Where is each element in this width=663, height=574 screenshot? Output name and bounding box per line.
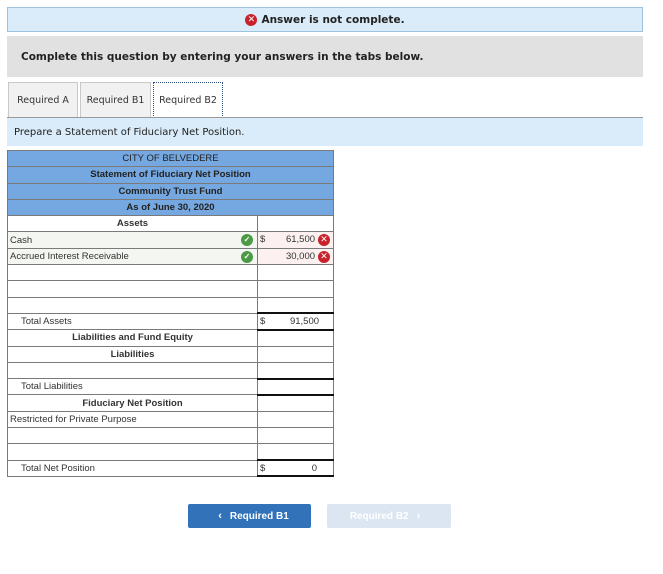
table-row bbox=[7, 296, 335, 314]
answer-status-text: Answer is not complete. bbox=[261, 13, 405, 26]
table-row: Accrued Interest Receivable ✓ 30,000 ✕ bbox=[7, 247, 335, 266]
table-row bbox=[7, 264, 335, 282]
table-row: Total Liabilities bbox=[7, 377, 335, 396]
check-circle-icon: ✓ bbox=[241, 234, 253, 247]
header-row: Statement of Fiduciary Net Position bbox=[6, 166, 335, 184]
blank-label-input[interactable] bbox=[7, 296, 258, 314]
header-row: Community Trust Fund bbox=[6, 182, 335, 200]
x-circle-icon: ✕ bbox=[318, 250, 331, 263]
table-row: Liabilities and Fund Equity bbox=[7, 329, 335, 347]
table-row: Restricted for Private Purpose bbox=[7, 410, 335, 429]
total-net-position-label: Total Net Position bbox=[7, 459, 258, 477]
statement-title: Statement of Fiduciary Net Position bbox=[6, 166, 335, 184]
restricted-label[interactable]: Restricted for Private Purpose bbox=[7, 410, 258, 429]
empty-cell bbox=[256, 345, 335, 363]
total-liabilities-amount bbox=[256, 377, 335, 396]
table-row: Total Net Position $ 0 bbox=[7, 459, 335, 478]
liabilities-fund-equity-heading: Liabilities and Fund Equity bbox=[7, 329, 258, 347]
table-row: Fiduciary Net Position bbox=[7, 394, 335, 412]
total-net-position-amount-cell: $ 0 bbox=[256, 459, 335, 478]
tab-required-b2[interactable]: Required B2 bbox=[153, 82, 223, 118]
tab-label: Required B1 bbox=[86, 95, 145, 106]
tab-label: Required A bbox=[17, 95, 69, 106]
instruction-box: Complete this question by entering your … bbox=[7, 36, 643, 77]
currency-symbol: $ bbox=[260, 234, 266, 246]
entity-name: CITY OF BELVEDERE bbox=[6, 149, 335, 168]
total-assets-amount-cell: $ 91,500 bbox=[256, 312, 335, 331]
chevron-right-icon: › bbox=[416, 510, 421, 522]
accrued-label-input[interactable]: Accrued Interest Receivable ✓ bbox=[7, 247, 258, 266]
answer-status-banner: ✕ Answer is not complete. bbox=[7, 7, 643, 32]
total-net-position-amount: 0 bbox=[311, 463, 318, 475]
blank-amount-input[interactable] bbox=[256, 361, 335, 380]
blank-label-input[interactable] bbox=[7, 361, 258, 380]
accrued-label: Accrued Interest Receivable bbox=[10, 250, 129, 262]
x-circle-icon: ✕ bbox=[245, 13, 258, 26]
table-row: Assets bbox=[7, 215, 335, 233]
previous-tab-button[interactable]: ‹ Required B1 bbox=[188, 504, 311, 528]
blank-amount-input[interactable] bbox=[256, 280, 335, 298]
check-circle-icon: ✓ bbox=[241, 250, 253, 263]
instruction-text: Complete this question by entering your … bbox=[21, 50, 424, 63]
currency-symbol: $ bbox=[260, 316, 266, 328]
blank-amount-input[interactable] bbox=[256, 296, 335, 314]
cash-label-input[interactable]: Cash ✓ bbox=[7, 231, 258, 249]
table-row bbox=[7, 427, 335, 445]
question-prompt: Prepare a Statement of Fiduciary Net Pos… bbox=[7, 118, 643, 146]
restricted-amount-input[interactable] bbox=[256, 410, 335, 429]
liabilities-heading: Liabilities bbox=[7, 345, 258, 363]
blank-amount-input[interactable] bbox=[256, 443, 335, 461]
fund-name: Community Trust Fund bbox=[6, 182, 335, 200]
tab-required-a[interactable]: Required A bbox=[8, 82, 78, 118]
cash-label: Cash bbox=[10, 234, 33, 246]
blank-amount-input[interactable] bbox=[256, 264, 335, 282]
table-row bbox=[7, 280, 335, 298]
blank-label-input[interactable] bbox=[7, 427, 258, 445]
header-row: CITY OF BELVEDERE bbox=[6, 149, 335, 168]
blank-label-input[interactable] bbox=[7, 264, 258, 282]
tab-label: Required B2 bbox=[159, 95, 217, 106]
empty-cell bbox=[256, 329, 335, 347]
total-liabilities-label: Total Liabilities bbox=[7, 378, 258, 396]
table-row: Liabilities bbox=[7, 345, 335, 363]
cash-amount: 61,500 bbox=[285, 234, 316, 246]
blank-label-input[interactable] bbox=[7, 280, 258, 298]
cash-amount-input[interactable]: $ 61,500 ✕ bbox=[256, 231, 335, 249]
statement-date: As of June 30, 2020 bbox=[6, 198, 335, 217]
accrued-amount: 30,000 bbox=[285, 250, 316, 262]
fiduciary-net-position-heading: Fiduciary Net Position bbox=[7, 394, 258, 412]
statement-table: CITY OF BELVEDERE Statement of Fiduciary… bbox=[6, 149, 335, 478]
assets-heading: Assets bbox=[7, 215, 258, 233]
blank-label-input[interactable] bbox=[7, 443, 258, 461]
total-assets-label: Total Assets bbox=[7, 312, 258, 331]
table-row bbox=[7, 361, 335, 380]
tab-required-b1[interactable]: Required B1 bbox=[80, 82, 151, 118]
empty-cell bbox=[256, 215, 335, 233]
blank-amount-input[interactable] bbox=[256, 427, 335, 445]
table-row: Total Assets $ 91,500 bbox=[7, 312, 335, 331]
next-tab-button[interactable]: Required B2 › bbox=[327, 504, 451, 528]
empty-cell bbox=[256, 394, 335, 412]
prompt-text: Prepare a Statement of Fiduciary Net Pos… bbox=[14, 126, 245, 138]
table-row bbox=[7, 443, 335, 461]
tab-bar: Required A Required B1 Required B2 bbox=[8, 82, 225, 118]
accrued-amount-input[interactable]: 30,000 ✕ bbox=[256, 247, 335, 266]
next-tab-label: Required B2 bbox=[349, 510, 409, 522]
table-row: Cash ✓ $ 61,500 ✕ bbox=[7, 231, 335, 249]
total-assets-amount: 91,500 bbox=[289, 316, 320, 328]
x-circle-icon: ✕ bbox=[318, 234, 331, 247]
chevron-left-icon: ‹ bbox=[218, 510, 222, 522]
currency-symbol: $ bbox=[260, 463, 266, 475]
header-row: As of June 30, 2020 bbox=[6, 198, 335, 217]
previous-tab-label: Required B1 bbox=[229, 510, 289, 522]
